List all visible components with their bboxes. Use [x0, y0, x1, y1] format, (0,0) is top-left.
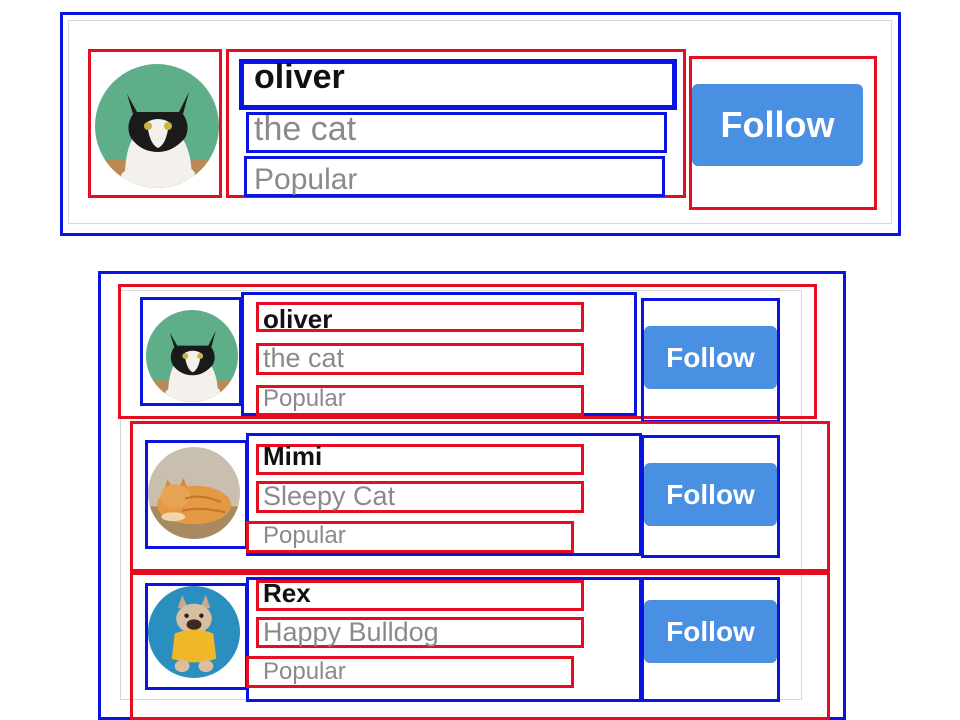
list-item-tag: Popular — [263, 385, 346, 412]
list-item-name: Rex — [263, 578, 311, 608]
follow-button[interactable]: Follow — [644, 600, 777, 663]
orange-cat-icon — [148, 447, 240, 539]
single-card-tag: Popular — [254, 163, 358, 196]
bulldog-icon — [148, 586, 240, 678]
avatar — [146, 310, 238, 402]
single-card-name: oliver — [254, 58, 345, 96]
list-item-subtitle: the cat — [263, 343, 345, 373]
tuxedo-cat-icon — [95, 64, 219, 188]
follow-button[interactable]: Follow — [644, 326, 777, 389]
follow-button[interactable]: Follow — [644, 463, 777, 526]
avatar — [95, 64, 219, 188]
avatar — [148, 447, 240, 539]
avatar — [148, 586, 240, 678]
list-item-subtitle: Happy Bulldog — [263, 617, 439, 647]
list-item-name: Mimi — [263, 441, 323, 471]
list-item-subtitle: Sleepy Cat — [263, 481, 396, 511]
follow-button[interactable]: Follow — [692, 84, 863, 166]
list-item-tag: Popular — [263, 658, 346, 685]
list-item-tag: Popular — [263, 522, 346, 549]
tuxedo-cat-icon — [146, 310, 238, 402]
list-item-name: oliver — [263, 304, 333, 334]
single-card-subtitle: the cat — [254, 110, 357, 148]
